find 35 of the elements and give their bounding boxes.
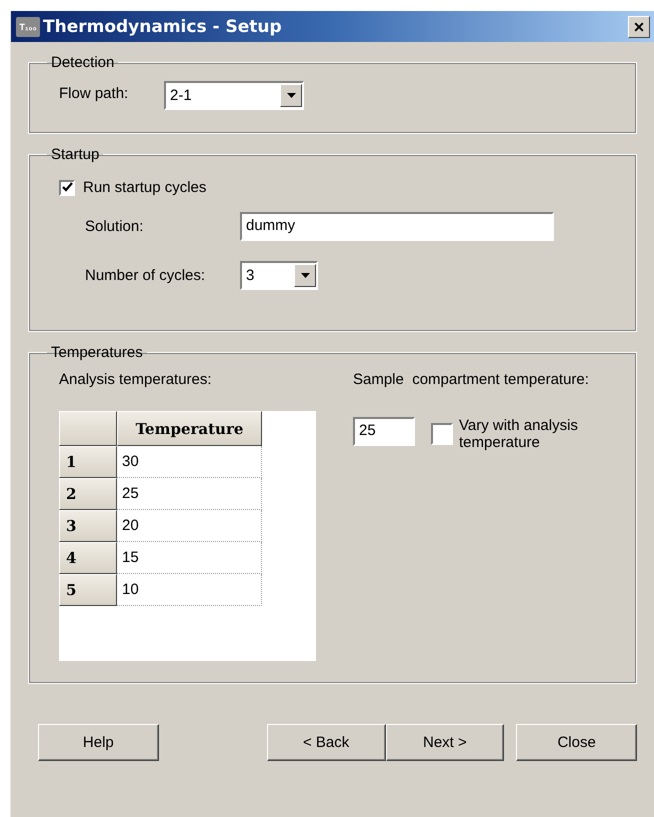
row-header: 5 [59, 574, 117, 606]
group-title: Detection [50, 54, 116, 71]
field-label: Solution: [85, 218, 144, 235]
back-button[interactable]: < Back [266, 724, 386, 761]
solution-input[interactable]: dummy [240, 212, 554, 241]
close-button[interactable]: Close [516, 724, 637, 761]
header-cell [59, 411, 117, 446]
flow-path-dropdown[interactable]: 2-1 [164, 81, 304, 110]
row-header: 4 [59, 542, 117, 574]
row-header: 1 [59, 446, 117, 478]
next-button[interactable]: Next > [386, 724, 504, 761]
group-title: Startup [50, 146, 100, 163]
field-label: Sample compartment temperature: [353, 371, 590, 388]
row-header: 2 [59, 478, 117, 510]
table-cell[interactable]: 20 [117, 510, 262, 542]
app-icon: T₁₀₀ [16, 16, 40, 36]
row-header: 3 [59, 510, 117, 542]
table-cell[interactable]: 10 [117, 574, 262, 606]
help-button[interactable]: Help [38, 724, 159, 761]
table-cell[interactable]: 30 [117, 446, 262, 478]
temperature-input[interactable]: 25 [353, 417, 415, 446]
table-cell[interactable]: 25 [117, 478, 262, 510]
table-cell[interactable]: 15 [117, 542, 262, 574]
group-title: Temperatures [50, 344, 144, 361]
window-title: Thermodynamics - Setup [43, 16, 283, 36]
checkbox-label: Vary with analysis temperature [459, 417, 579, 451]
checkbox-label: Run startup cycles [83, 179, 206, 196]
field-label: Number of cycles: [85, 267, 206, 284]
field-label: Analysis temperatures: [59, 371, 213, 388]
cycles-dropdown[interactable]: 3 [240, 261, 318, 290]
checkbox[interactable] [59, 180, 75, 196]
column-header: Temperature [117, 411, 262, 446]
close-button[interactable]: × [628, 16, 650, 38]
checkbox[interactable] [431, 423, 453, 445]
field-label: Flow path: [59, 85, 130, 102]
